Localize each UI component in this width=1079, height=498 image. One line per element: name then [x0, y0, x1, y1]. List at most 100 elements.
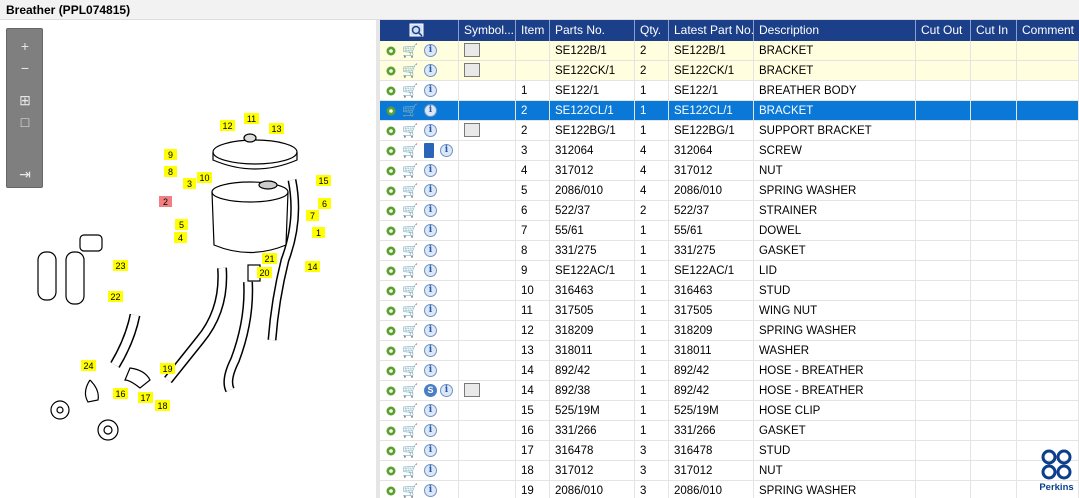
table-row[interactable]: 🛒 i 6 522/37 2 522/37 STRAINER — [380, 201, 1079, 221]
cell-spacer — [459, 121, 516, 141]
cell-comment — [1017, 161, 1079, 181]
svg-text:6: 6 — [322, 199, 327, 209]
cell-desc: SPRING WASHER — [754, 321, 916, 341]
cell-cut-in — [971, 121, 1017, 141]
table-row[interactable]: 🛒 i 14 892/42 1 892/42 HOSE - BREATHER — [380, 361, 1079, 381]
header-cut-out[interactable]: Cut Out — [916, 20, 971, 41]
cell-spacer — [380, 481, 459, 498]
cell-spacer — [459, 321, 516, 341]
table-row[interactable]: 🛒 i 17 316478 3 316478 STUD — [380, 441, 1079, 461]
header-latest-part[interactable]: Latest Part No. — [669, 20, 754, 41]
svg-text:22: 22 — [110, 292, 120, 302]
cell-part: 318011 — [550, 341, 635, 361]
table-row[interactable]: 🛒 i SE122CK/1 2 SE122CK/1 BRACKET — [380, 61, 1079, 81]
svg-text:1: 1 — [316, 228, 321, 238]
cell-cut-in — [971, 101, 1017, 121]
cell-spacer — [459, 201, 516, 221]
table-row[interactable]: 🛒 i 10 316463 1 316463 STUD — [380, 281, 1079, 301]
zoom-out-button[interactable]: − — [15, 59, 35, 77]
table-row[interactable]: 🛒 i 15 525/19M 1 525/19M HOSE CLIP — [380, 401, 1079, 421]
cell-qty: 1 — [635, 241, 669, 261]
header-item[interactable]: Item — [516, 20, 550, 41]
header-cut-in[interactable]: Cut In — [971, 20, 1017, 41]
table-row[interactable]: 🛒 i 5 2086/010 4 2086/010 SPRING WASHER — [380, 181, 1079, 201]
callout-20: 20 — [257, 267, 272, 278]
cell-spacer — [380, 61, 459, 81]
table-row[interactable]: 🛒 i 12 318209 1 318209 SPRING WASHER — [380, 321, 1079, 341]
cell-latest: 892/42 — [669, 361, 754, 381]
cell-spacer — [380, 41, 459, 61]
table-row[interactable]: 🛒 i 2 SE122BG/1 1 SE122BG/1 SUPPORT BRACKET — [380, 121, 1079, 141]
cell-comment — [1017, 361, 1079, 381]
cell-desc: HOSE - BREATHER — [754, 361, 916, 381]
cell-latest: SE122BG/1 — [669, 121, 754, 141]
cell-comment — [1017, 301, 1079, 321]
table-row[interactable]: 🛒 i 11 317505 1 317505 WING NUT — [380, 301, 1079, 321]
table-row[interactable]: 🛒 i 9 SE122AC/1 1 SE122AC/1 LID — [380, 261, 1079, 281]
table-row[interactable]: 🛒 i 1 SE122/1 1 SE122/1 BREATHER BODY — [380, 81, 1079, 101]
cell-item: 17 — [516, 441, 550, 461]
perkins-logo-text: Perkins — [1039, 482, 1074, 493]
cell-comment — [1017, 201, 1079, 221]
table-row[interactable]: 🛒 i 16 331/266 1 331/266 GASKET — [380, 421, 1079, 441]
reset-view-button[interactable]: □ — [15, 113, 35, 131]
export-button[interactable]: ⇥ — [15, 165, 35, 183]
table-row[interactable]: 🛒 i 7 55/61 1 55/61 DOWEL — [380, 221, 1079, 241]
table-row[interactable]: 🛒 Si 14 892/38 1 892/42 HOSE - BREATHER — [380, 381, 1079, 401]
cell-cut-out — [916, 61, 971, 81]
cell-part: SE122CK/1 — [550, 61, 635, 81]
cell-desc: BRACKET — [754, 101, 916, 121]
cell-latest: 55/61 — [669, 221, 754, 241]
header-parts-no[interactable]: Parts No. — [550, 20, 635, 41]
cell-cut-in — [971, 61, 1017, 81]
header-symbol[interactable]: Symbol... — [459, 20, 516, 41]
table-row[interactable]: 🛒 i 8 331/275 1 331/275 GASKET — [380, 241, 1079, 261]
table-row[interactable]: 🛒 i 3 312064 4 312064 SCREW — [380, 141, 1079, 161]
cell-cut-in — [971, 461, 1017, 481]
cell-desc: STUD — [754, 441, 916, 461]
cell-comment — [1017, 321, 1079, 341]
cell-cut-out — [916, 41, 971, 61]
cell-spacer — [459, 441, 516, 461]
header-description[interactable]: Description — [754, 20, 916, 41]
cell-desc: HOSE - BREATHER — [754, 381, 916, 401]
cell-part: SE122/1 — [550, 81, 635, 101]
cell-cut-in — [971, 161, 1017, 181]
svg-text:14: 14 — [307, 262, 317, 272]
table-row[interactable]: 🛒 i 4 317012 4 317012 NUT — [380, 161, 1079, 181]
cell-qty: 1 — [635, 101, 669, 121]
cell-spacer — [380, 301, 459, 321]
table-row[interactable]: 🛒 i 13 318011 1 318011 WASHER — [380, 341, 1079, 361]
cell-latest: 312064 — [669, 141, 754, 161]
fit-view-button[interactable]: ⊞ — [15, 91, 35, 109]
cell-cut-out — [916, 341, 971, 361]
cell-latest: 316463 — [669, 281, 754, 301]
header-comment[interactable]: Comment — [1017, 20, 1079, 41]
cell-cut-in — [971, 481, 1017, 498]
diagram-pane[interactable]: 1 2 3 4 5 6 7 8 9 10 11 12 13 14 15 16 1… — [0, 20, 376, 498]
cell-cut-in — [971, 141, 1017, 161]
table-row[interactable]: 🛒 i 2 SE122CL/1 1 SE122CL/1 BRACKET — [380, 101, 1079, 121]
cell-desc: DOWEL — [754, 221, 916, 241]
cell-desc: BRACKET — [754, 61, 916, 81]
svg-text:16: 16 — [115, 389, 125, 399]
cell-spacer — [380, 161, 459, 181]
callout-16: 16 — [113, 388, 128, 399]
callout-1: 1 — [312, 227, 325, 238]
exploded-diagram[interactable]: 1 2 3 4 5 6 7 8 9 10 11 12 13 14 15 16 1… — [0, 20, 376, 498]
header-qty[interactable]: Qty. — [635, 20, 669, 41]
cell-desc: BREATHER BODY — [754, 81, 916, 101]
table-row[interactable]: 🛒 i SE122B/1 2 SE122B/1 BRACKET — [380, 41, 1079, 61]
zoom-in-button[interactable]: + — [15, 37, 35, 55]
cell-spacer — [459, 101, 516, 121]
cell-item: 5 — [516, 181, 550, 201]
table-row[interactable]: 🛒 i 18 317012 3 317012 NUT — [380, 461, 1079, 481]
cell-comment — [1017, 41, 1079, 61]
cell-desc: SPRING WASHER — [754, 481, 916, 498]
cell-spacer — [459, 381, 516, 401]
header-search-icon[interactable] — [380, 20, 459, 41]
cell-latest: 522/37 — [669, 201, 754, 221]
cell-latest: 331/275 — [669, 241, 754, 261]
table-row[interactable]: 🛒 i 19 2086/010 3 2086/010 SPRING WASHER — [380, 481, 1079, 498]
callout-14: 14 — [305, 261, 320, 272]
